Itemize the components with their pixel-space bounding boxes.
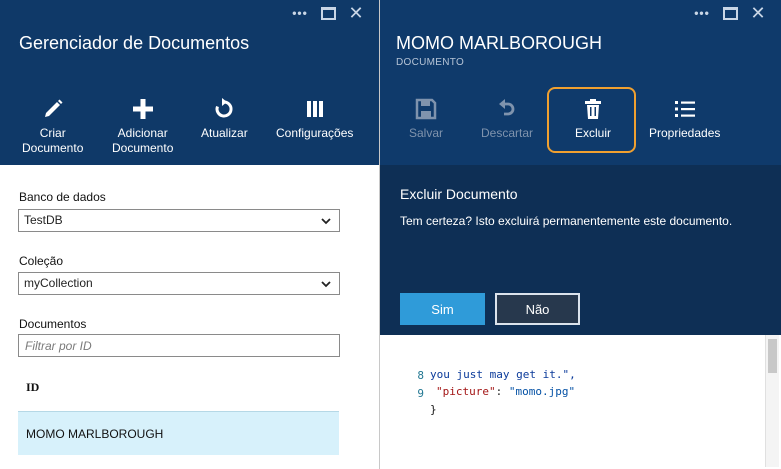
delete-button[interactable]: Excluir [575,96,611,141]
scroll-thumb[interactable] [768,339,777,373]
close-icon[interactable]: ✕ [749,4,767,22]
create-document-label-1: Criar [39,126,66,140]
add-document-label-2: Documento [112,141,174,155]
list-icon [674,96,696,122]
code-text: } [430,403,437,416]
more-options-icon[interactable]: ••• [291,4,309,22]
code-line: 8 "picture": "momo.jpg" [380,352,781,398]
pencil-icon [42,96,64,122]
document-row[interactable]: MOMO MARLBOROUGH [18,411,339,455]
refresh-icon [213,96,235,122]
properties-label: Propriedades [649,126,721,140]
json-key: "picture" [436,385,496,398]
create-document-button[interactable]: Criar Documento [22,96,83,156]
properties-button[interactable]: Propriedades [649,96,720,141]
collection-label: Coleção [19,254,64,268]
columns-icon [304,96,326,122]
more-options-icon[interactable]: ••• [693,4,711,22]
collection-select[interactable]: myCollection [18,272,340,295]
yes-button[interactable]: Sim [400,293,485,325]
undo-icon [496,96,518,122]
collection-value: myCollection [24,276,93,290]
blade-header: ••• ✕ MOMO MARLBOROUGH DOCUMENTO Salvar … [380,0,781,165]
dialog-message: Tem certeza? Isto excluirá permanentemen… [400,214,733,228]
refresh-button[interactable]: Atualizar [201,96,248,141]
code-line: you just may get it.", [380,335,576,381]
save-label: Salvar [409,126,444,140]
delete-label: Excluir [575,126,612,140]
documents-label: Documentos [19,317,87,331]
chevron-down-icon [321,218,331,225]
database-label: Banco de dados [19,190,106,204]
plus-icon [132,96,154,122]
blade-title: MOMO MARLBOROUGH [396,33,603,53]
blade-subtitle: DOCUMENTO [396,57,465,68]
database-select[interactable]: TestDB [18,209,340,232]
discard-label: Descartar [481,126,534,140]
discard-button[interactable]: Descartar [481,96,533,141]
create-document-label-2: Documento [22,141,84,155]
no-button[interactable]: Não [495,293,580,325]
save-button[interactable]: Salvar [409,96,443,141]
window-controls: ••• ✕ [693,4,767,22]
id-column-header: ID [26,380,40,394]
add-document-button[interactable]: Adicionar Documento [112,96,173,156]
document-manager-blade: ••• ✕ Gerenciador de Documentos Criar Do… [0,0,380,469]
settings-button[interactable]: Configurações [276,96,353,141]
code-text: you just may get it.", [430,368,576,381]
maximize-icon[interactable] [721,4,739,22]
refresh-label: Atualizar [201,126,248,140]
scrollbar[interactable] [765,335,779,467]
save-icon [415,96,437,122]
json-separator: : [495,385,509,398]
database-value: TestDB [24,213,63,227]
json-editor[interactable]: you just may get it.", 8 "picture": "mom… [380,335,781,469]
filter-by-id-input[interactable] [18,334,340,357]
dialog-title: Excluir Documento [400,186,518,202]
close-icon[interactable]: ✕ [347,4,365,22]
code-text: "picture": "momo.jpg" [436,384,575,400]
window-controls: ••• ✕ [291,4,365,22]
delete-confirm-dialog: Excluir Documento Tem certeza? Isto excl… [380,165,781,335]
code-line: 9 } [380,370,436,416]
blade-title: Gerenciador de Documentos [19,33,250,53]
maximize-icon[interactable] [319,4,337,22]
add-document-label-1: Adicionar [117,126,168,140]
settings-label: Configurações [276,126,354,140]
chevron-down-icon [321,281,331,288]
trash-icon [582,96,604,122]
blade-header: ••• ✕ Gerenciador de Documentos Criar Do… [0,0,379,165]
document-blade: ••• ✕ MOMO MARLBOROUGH DOCUMENTO Salvar … [380,0,781,469]
line-number: 9 [417,387,424,400]
json-value: "momo.jpg" [508,385,576,398]
